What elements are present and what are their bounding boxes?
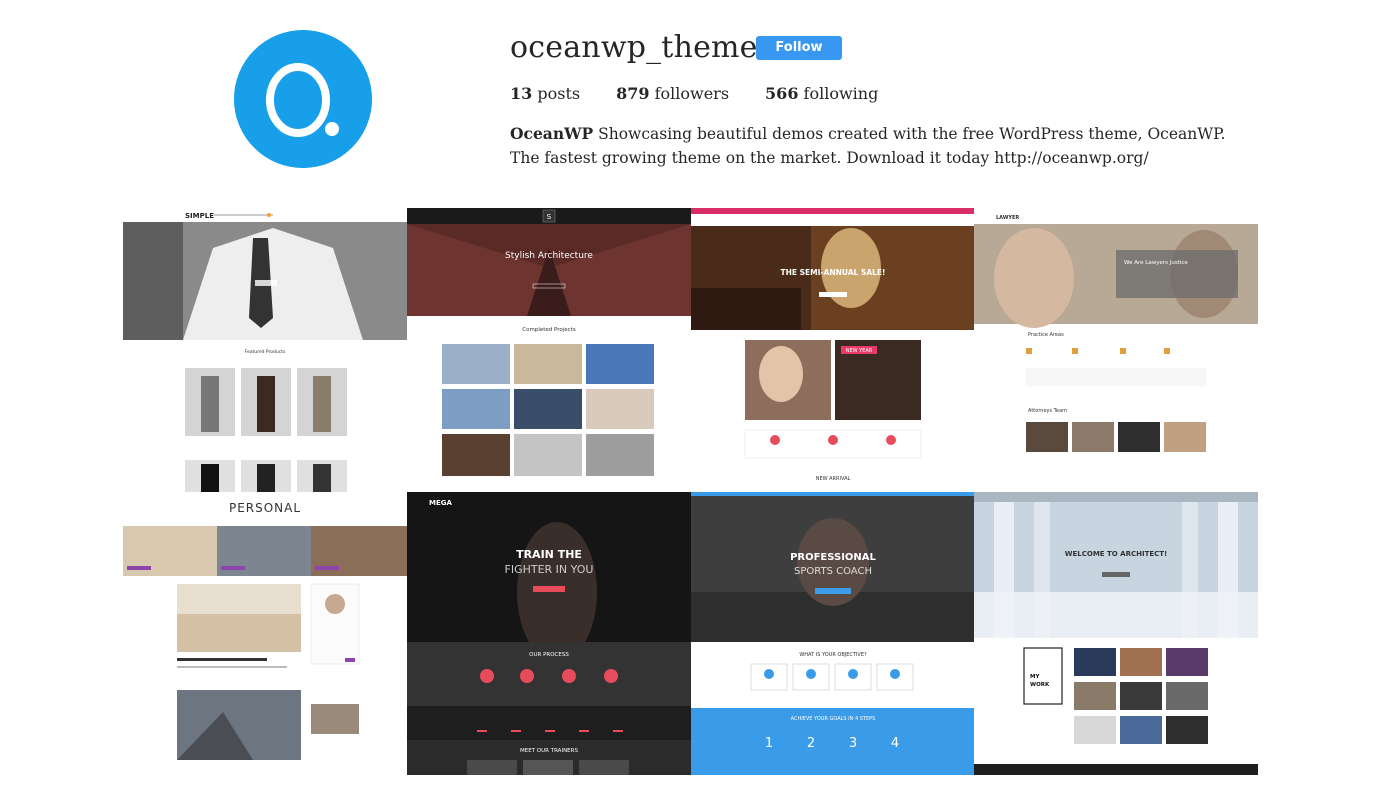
post-thumbnail-3[interactable]: THE SEMI-ANNUAL SALE! NEW YEAR NEW ARRIV… — [691, 208, 974, 492]
post-2-logo: S — [547, 213, 552, 221]
post-6-preview: MEGA TRAIN THE FIGHTER IN YOU OUR PROCES… — [407, 492, 691, 775]
post-7-section-1: WHAT IS YOUR OBJECTIVE? — [799, 652, 867, 658]
post-5-logo: PERSONAL — [229, 501, 301, 515]
followers-count-label: followers — [654, 84, 730, 103]
post-thumbnail-1[interactable]: SIMPLE Featured Products — [123, 208, 407, 492]
post-5-preview: PERSONAL — [123, 492, 407, 775]
following-count[interactable]: 566 following — [765, 84, 878, 104]
post-7-step-3: 3 — [849, 736, 857, 751]
post-4-hero: We Are Lawyers Justice — [1124, 260, 1188, 266]
bio-name: OceanWP — [510, 124, 594, 143]
post-7-hero-1: PROFESSIONAL — [790, 552, 876, 563]
post-4-section-1: Practice Areas — [1028, 332, 1064, 338]
post-6-section-2: MEET OUR TRAINERS — [520, 748, 578, 754]
oceanwp-logo-icon — [234, 30, 372, 168]
following-count-label: following — [803, 84, 879, 103]
post-8-box-1: MY — [1030, 674, 1040, 680]
post-thumbnail-5[interactable]: PERSONAL — [123, 492, 407, 775]
follow-button[interactable]: Follow — [756, 36, 842, 60]
post-2-preview: S Stylish Architecture Completed Project… — [407, 208, 691, 492]
post-2-section: Completed Projects — [522, 327, 576, 333]
profile-bio: OceanWP Showcasing beautiful demos creat… — [510, 122, 1240, 170]
profile-stats: 13 posts 879 followers 566 following — [510, 84, 914, 104]
post-grid: SIMPLE Featured Products S Stylish Archi… — [123, 208, 1258, 775]
post-thumbnail-7[interactable]: PROFESSIONAL SPORTS COACH WHAT IS YOUR O… — [691, 492, 974, 775]
post-1-preview: SIMPLE Featured Products — [123, 208, 407, 492]
post-2-hero: Stylish Architecture — [505, 251, 593, 261]
post-thumbnail-4[interactable]: LAWYER We Are Lawyers Justice Practice A… — [974, 208, 1258, 492]
post-8-preview: WELCOME TO ARCHITECT! MY WORK — [974, 492, 1258, 775]
posts-count: 13 posts — [510, 84, 580, 104]
posts-count-label: posts — [537, 84, 581, 103]
post-7-hero-2: SPORTS COACH — [794, 566, 872, 577]
post-4-section-2: Attorneys Team — [1028, 408, 1067, 414]
post-8-box-2: WORK — [1030, 682, 1050, 688]
post-7-section-2: ACHIEVE YOUR GOALS IN 4 STEPS — [791, 716, 876, 722]
post-thumbnail-6[interactable]: MEGA TRAIN THE FIGHTER IN YOU OUR PROCES… — [407, 492, 691, 775]
post-3-section: NEW ARRIVAL — [816, 476, 851, 482]
post-6-hero-2: FIGHTER IN YOU — [505, 563, 594, 576]
post-8-hero: WELCOME TO ARCHITECT! — [1065, 550, 1167, 558]
post-thumbnail-8[interactable]: WELCOME TO ARCHITECT! MY WORK — [974, 492, 1258, 775]
profile-avatar[interactable] — [234, 30, 372, 168]
post-1-logo: SIMPLE — [185, 212, 214, 220]
post-7-preview: PROFESSIONAL SPORTS COACH WHAT IS YOUR O… — [691, 492, 974, 775]
post-6-logo: MEGA — [429, 499, 452, 507]
followers-count[interactable]: 879 followers — [616, 84, 729, 104]
bio-text: Showcasing beautiful demos created with … — [510, 125, 1226, 167]
profile-username: oceanwp_theme — [510, 30, 758, 65]
post-7-step-4: 4 — [891, 736, 899, 751]
post-1-section: Featured Products — [245, 349, 286, 355]
post-6-hero-1: TRAIN THE — [516, 548, 582, 561]
post-3-badge: NEW YEAR — [846, 348, 873, 354]
following-count-value: 566 — [765, 84, 799, 103]
post-7-step-1: 1 — [765, 736, 773, 751]
post-4-preview: LAWYER We Are Lawyers Justice Practice A… — [974, 208, 1258, 492]
post-thumbnail-2[interactable]: S Stylish Architecture Completed Project… — [407, 208, 691, 492]
posts-count-value: 13 — [510, 84, 533, 103]
post-3-hero: THE SEMI-ANNUAL SALE! — [781, 268, 886, 277]
post-7-step-2: 2 — [807, 736, 815, 751]
followers-count-value: 879 — [616, 84, 650, 103]
post-3-preview: THE SEMI-ANNUAL SALE! NEW YEAR NEW ARRIV… — [691, 208, 974, 492]
post-6-section-1: OUR PROCESS — [529, 652, 569, 658]
post-4-logo: LAWYER — [996, 215, 1019, 221]
